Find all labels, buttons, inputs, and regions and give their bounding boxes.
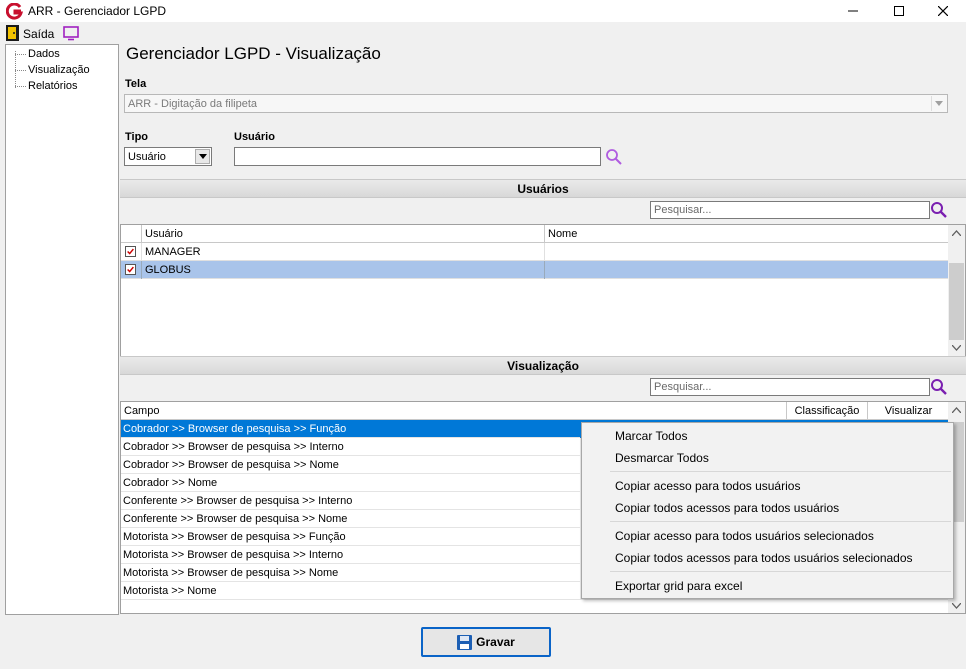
checkbox-checked-icon[interactable] bbox=[125, 264, 136, 275]
exit-button[interactable]: Saída bbox=[23, 27, 54, 41]
app-window: ARR - Gerenciador LGPD Saída Dados Visua… bbox=[0, 0, 966, 669]
table-row[interactable]: MANAGER bbox=[121, 243, 950, 261]
menu-item-copiar-todos-acessos-todos[interactable]: Copiar todos acessos para todos usuários bbox=[615, 501, 839, 515]
title-bar: ARR - Gerenciador LGPD bbox=[0, 0, 966, 22]
menu-separator bbox=[610, 571, 951, 572]
close-button[interactable] bbox=[920, 0, 966, 22]
column-header-visualizar[interactable]: Visualizar bbox=[868, 402, 950, 420]
tela-select[interactable]: ARR - Digitação da filipeta bbox=[124, 94, 948, 113]
search-icon[interactable] bbox=[605, 148, 623, 166]
tela-dropdown-button[interactable] bbox=[931, 96, 946, 111]
view-section-header: Visualização bbox=[120, 356, 966, 375]
tipo-select[interactable]: Usuário bbox=[124, 147, 212, 166]
menu-item-desmarcar-todos[interactable]: Desmarcar Todos bbox=[615, 451, 709, 465]
app-logo-icon bbox=[6, 3, 23, 20]
menu-item-copiar-todos-acessos-selecionados[interactable]: Copiar todos acessos para todos usuários… bbox=[615, 551, 913, 565]
grid-header-check bbox=[121, 225, 142, 243]
column-header-usuario[interactable]: Usuário bbox=[142, 225, 545, 243]
tela-value: ARR - Digitação da filipeta bbox=[128, 98, 258, 110]
tela-label: Tela bbox=[125, 78, 147, 90]
tipo-value: Usuário bbox=[128, 151, 166, 163]
toolbar: Saída bbox=[0, 22, 966, 44]
scroll-thumb[interactable] bbox=[949, 263, 964, 340]
users-section-header: Usuários bbox=[120, 179, 966, 198]
minimize-icon bbox=[848, 10, 858, 12]
exit-door-icon[interactable] bbox=[6, 25, 19, 41]
column-header-nome[interactable]: Nome bbox=[545, 225, 950, 243]
cell-usuario: MANAGER bbox=[142, 243, 545, 261]
navigation-tree: Dados Visualização Relatórios bbox=[5, 44, 119, 615]
column-header-campo[interactable]: Campo bbox=[121, 402, 787, 420]
tree-item-relatorios[interactable]: Relatórios bbox=[28, 79, 78, 94]
tipo-dropdown-button[interactable] bbox=[195, 149, 210, 164]
page-title: Gerenciador LGPD - Visualização bbox=[126, 44, 381, 63]
menu-separator bbox=[610, 521, 951, 522]
maximize-button[interactable] bbox=[876, 0, 922, 22]
menu-item-exportar-excel[interactable]: Exportar grid para excel bbox=[615, 579, 742, 593]
save-button[interactable]: Gravar bbox=[421, 627, 551, 657]
users-search-input[interactable]: Pesquisar... bbox=[650, 201, 930, 219]
minimize-button[interactable] bbox=[830, 0, 876, 22]
usuario-input[interactable] bbox=[234, 147, 601, 166]
maximize-icon bbox=[894, 6, 904, 16]
cell-nome bbox=[545, 243, 950, 261]
context-menu: Marcar Todos Desmarcar Todos Copiar aces… bbox=[581, 422, 954, 599]
menu-separator bbox=[610, 471, 951, 472]
search-icon[interactable] bbox=[930, 378, 948, 396]
chevron-down-icon bbox=[935, 101, 943, 106]
table-row-selected[interactable]: GLOBUS bbox=[121, 261, 950, 279]
scroll-down-icon[interactable] bbox=[952, 345, 961, 351]
tipo-label: Tipo bbox=[125, 131, 149, 143]
tree-item-dados[interactable]: Dados bbox=[28, 47, 60, 62]
cell-usuario: GLOBUS bbox=[142, 261, 545, 279]
cell-nome bbox=[545, 261, 950, 279]
users-search-placeholder: Pesquisar... bbox=[654, 204, 712, 216]
window-title: ARR - Gerenciador LGPD bbox=[28, 4, 167, 18]
usuario-label: Usuário bbox=[234, 131, 275, 143]
scroll-up-icon[interactable] bbox=[952, 407, 961, 413]
menu-item-marcar-todos[interactable]: Marcar Todos bbox=[615, 429, 687, 443]
menu-item-copiar-acesso-todos[interactable]: Copiar acesso para todos usuários bbox=[615, 479, 800, 493]
footer-bar: Gravar bbox=[0, 615, 966, 669]
users-grid: Usuário Nome MANAGER GLOBUS bbox=[120, 224, 966, 357]
menu-item-copiar-acesso-selecionados[interactable]: Copiar acesso para todos usuários seleci… bbox=[615, 529, 874, 543]
checkbox-checked-icon[interactable] bbox=[125, 246, 136, 257]
close-icon bbox=[938, 6, 948, 16]
save-button-label: Gravar bbox=[476, 635, 515, 649]
tree-item-visualizacao[interactable]: Visualização bbox=[28, 63, 90, 78]
floppy-disk-icon bbox=[457, 634, 473, 650]
chevron-down-icon bbox=[198, 154, 207, 159]
scroll-up-icon[interactable] bbox=[952, 230, 961, 236]
scroll-down-icon[interactable] bbox=[952, 603, 961, 609]
search-icon[interactable] bbox=[930, 201, 948, 219]
monitor-icon[interactable] bbox=[62, 25, 80, 41]
view-search-placeholder: Pesquisar... bbox=[654, 381, 712, 393]
column-header-classificacao[interactable]: Classificação bbox=[787, 402, 868, 420]
users-grid-scrollbar[interactable] bbox=[948, 225, 965, 356]
view-search-input[interactable]: Pesquisar... bbox=[650, 378, 930, 396]
